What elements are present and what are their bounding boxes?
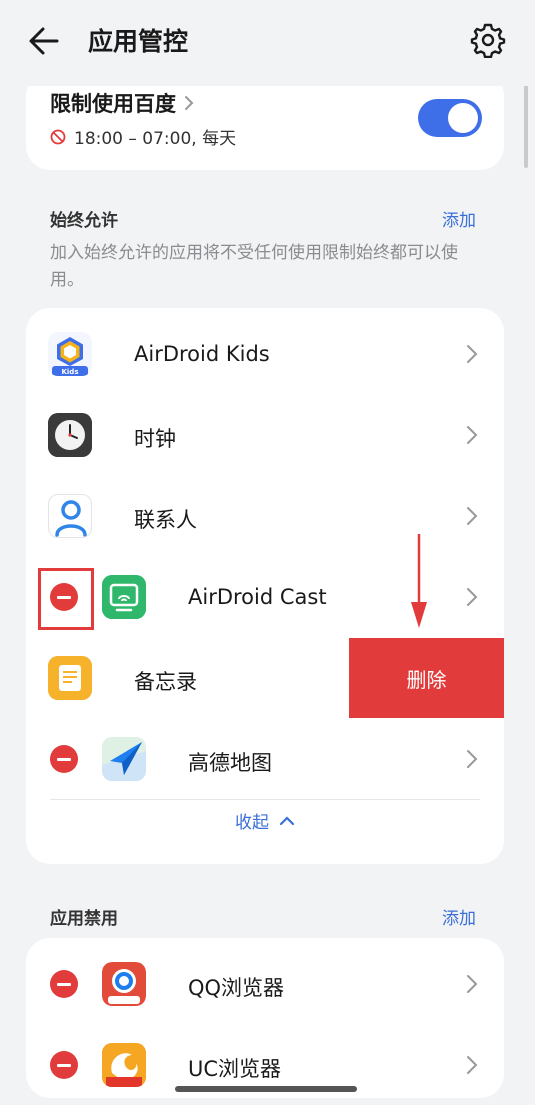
annotation-arrow-down-icon — [411, 534, 427, 628]
ban-icon — [50, 129, 66, 144]
divider — [50, 799, 480, 800]
chevron-right-icon — [467, 1056, 478, 1074]
uc-browser-icon — [102, 1043, 146, 1087]
toggle-knob — [448, 103, 478, 133]
delete-button[interactable]: 删除 — [349, 638, 504, 718]
app-ban-add-button[interactable]: 添加 — [442, 904, 476, 929]
app-ban-card: QQ浏览器 UC浏览器 — [26, 938, 504, 1098]
app-name: UC浏览器 — [188, 1057, 282, 1081]
chevron-right-icon — [467, 507, 478, 525]
list-item[interactable]: 联系人 — [26, 476, 504, 557]
chevron-right-icon — [467, 345, 478, 363]
app-name: 时钟 — [134, 427, 176, 451]
app-ban-title: 应用禁用 — [50, 909, 118, 929]
limit-card[interactable]: 限制使用百度 18:00 – 07:00, 每天 — [26, 72, 504, 170]
clock-icon — [48, 413, 92, 457]
always-allow-card: Kids AirDroid Kids 时钟 联系人 AirDroid Cast … — [26, 308, 504, 864]
limit-schedule-row: 18:00 – 07:00, 每天 — [50, 124, 236, 149]
app-name: QQ浏览器 — [188, 976, 285, 1000]
app-name: 联系人 — [134, 508, 197, 532]
always-allow-add-button[interactable]: 添加 — [442, 206, 476, 231]
remove-button[interactable] — [50, 970, 78, 998]
home-indicator[interactable] — [175, 1086, 357, 1092]
list-item[interactable]: UC浏览器 — [26, 1025, 504, 1105]
app-name: 高德地图 — [188, 751, 272, 775]
gear-icon — [470, 23, 506, 58]
airdroid-kids-icon: Kids — [48, 332, 92, 376]
arrow-left-icon — [29, 27, 59, 55]
list-item[interactable]: 高德地图 — [26, 719, 504, 800]
limit-title-row: 限制使用百度 — [50, 88, 194, 118]
remove-button[interactable] — [50, 745, 78, 773]
limit-schedule: 18:00 – 07:00, 每天 — [74, 129, 237, 149]
annotation-highlight-box — [38, 568, 94, 630]
chevron-right-icon — [467, 750, 478, 768]
app-name: AirDroid Kids — [134, 342, 270, 366]
limit-toggle[interactable] — [418, 99, 482, 137]
limit-title: 限制使用百度 — [50, 92, 176, 116]
app-name: AirDroid Cast — [188, 585, 327, 609]
amap-icon — [102, 737, 146, 781]
collapse-button[interactable]: 收起 — [26, 808, 504, 833]
kids-badge-text: Kids — [61, 368, 78, 376]
chevron-right-icon — [467, 975, 478, 993]
settings-button[interactable] — [468, 20, 508, 60]
page-title: 应用管控 — [88, 27, 189, 56]
collapse-label: 收起 — [235, 813, 269, 833]
qq-browser-icon — [102, 962, 146, 1006]
airdroid-cast-icon — [102, 575, 146, 619]
contacts-icon — [48, 494, 92, 538]
list-item[interactable]: AirDroid Cast — [26, 557, 504, 638]
back-button[interactable] — [24, 24, 64, 58]
app-name: 备忘录 — [134, 670, 197, 694]
list-item[interactable]: QQ浏览器 — [26, 944, 504, 1025]
always-allow-title: 始终允许 — [50, 211, 118, 231]
chevron-right-icon — [467, 588, 478, 606]
notes-icon — [48, 656, 92, 700]
top-bar: 应用管控 — [0, 0, 535, 86]
chevron-right-icon — [467, 426, 478, 444]
chevron-right-icon — [185, 96, 194, 110]
remove-button[interactable] — [50, 1051, 78, 1079]
list-item[interactable]: 时钟 — [26, 395, 504, 476]
list-item[interactable]: Kids AirDroid Kids — [26, 314, 504, 395]
always-allow-description: 加入始终允许的应用将不受任何使用限制始终都可以使用。 — [50, 243, 458, 290]
chevron-up-icon — [279, 815, 295, 825]
